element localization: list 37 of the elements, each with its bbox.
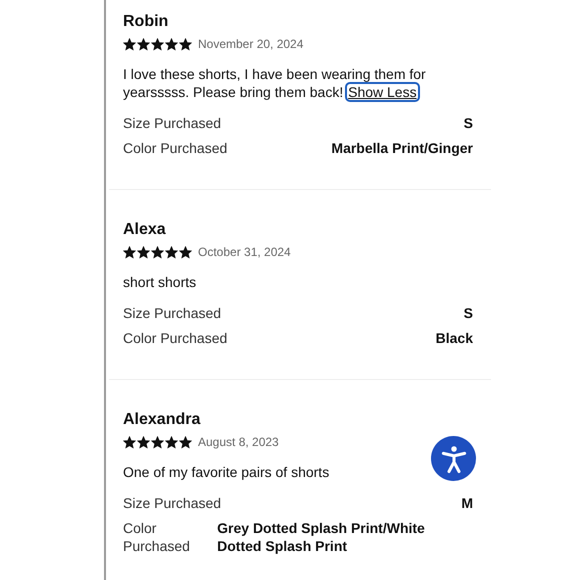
review-date: November 20, 2024 [198, 37, 304, 51]
filled-star-icon [165, 38, 178, 50]
filled-star-icon [137, 246, 150, 258]
filled-star-icon [123, 436, 136, 448]
detail-value: Grey Dotted Splash Print/White Dotted Splash Print [217, 519, 426, 555]
filled-star-icon [179, 436, 192, 448]
review-text: I love these shorts, I have been wearing them for yearsssss. Please bring them back! Show Less [123, 65, 427, 101]
detail-label: Color Purchased [123, 139, 228, 157]
detail-label: Size Purchased [123, 304, 222, 322]
detail-value: Black [436, 329, 473, 347]
reviewer-name: Robin [123, 12, 170, 32]
detail-value: S [464, 304, 473, 322]
detail-value: Marbella Print/Ginger [331, 139, 473, 157]
filled-star-icon [151, 246, 164, 258]
filled-star-icon [165, 246, 178, 258]
filled-star-icon [151, 436, 164, 448]
review-text: One of my favorite pairs of shorts [123, 463, 330, 481]
detail-label: Color Purchased [123, 519, 191, 555]
filled-star-icon [137, 436, 150, 448]
reviewer-name: Alexandra [123, 410, 202, 430]
detail-value: M [461, 494, 473, 512]
filled-star-icon [123, 246, 136, 258]
detail-label: Color Purchased [123, 329, 228, 347]
filled-star-icon [151, 38, 164, 50]
review-date: August 8, 2023 [198, 435, 279, 449]
filled-star-icon [123, 38, 136, 50]
detail-label: Size Purchased [123, 494, 222, 512]
filled-star-icon [137, 38, 150, 50]
filled-star-icon [179, 38, 192, 50]
filled-star-icon [179, 246, 192, 258]
reviewer-name: Alexa [123, 220, 167, 240]
detail-value: S [464, 114, 473, 132]
detail-label: Size Purchased [123, 114, 222, 132]
review-text: short shorts [123, 273, 198, 291]
review-date: October 31, 2024 [198, 245, 291, 259]
filled-star-icon [165, 436, 178, 448]
show-less-link[interactable]: Show Less [347, 84, 418, 100]
